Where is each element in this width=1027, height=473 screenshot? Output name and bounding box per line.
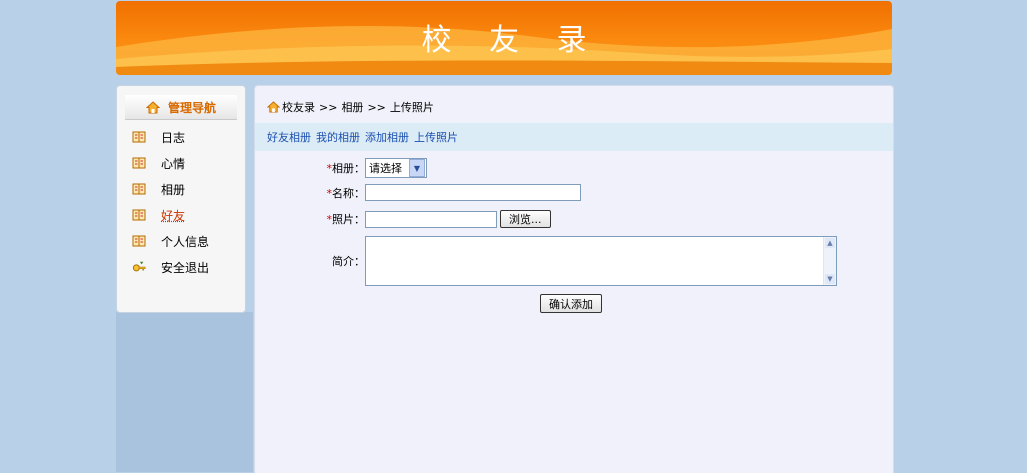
- breadcrumb-separator: >>: [367, 101, 385, 114]
- textarea-scrollbar[interactable]: ▲ ▼: [823, 237, 836, 285]
- link-my-albums[interactable]: 我的相册: [316, 129, 360, 145]
- intro-textarea[interactable]: ▲ ▼: [365, 236, 837, 286]
- sidebar-header: 管理导航: [125, 95, 237, 120]
- album-select[interactable]: 请选择 ▼: [365, 158, 427, 178]
- journal-icon: [132, 234, 146, 248]
- logout-key-icon: [132, 260, 146, 274]
- sidebar: 管理导航 日志 心情 相册 好友 个人信息 安全退出: [116, 85, 246, 313]
- sidebar-item-friends[interactable]: 好友: [117, 202, 245, 228]
- chevron-down-icon[interactable]: ▼: [409, 159, 425, 177]
- intro-label: 简介：: [275, 253, 365, 269]
- photo-row: *照片： 浏览...: [275, 210, 551, 228]
- album-row: *相册： 请选择 ▼: [275, 158, 427, 178]
- sidebar-item-journal[interactable]: 日志: [117, 124, 245, 150]
- link-upload-photo[interactable]: 上传照片: [414, 129, 458, 145]
- journal-icon: [132, 156, 146, 170]
- scroll-down-icon[interactable]: ▼: [825, 274, 835, 284]
- sidebar-item-mood[interactable]: 心情: [117, 150, 245, 176]
- journal-icon: [132, 208, 146, 222]
- name-row: *名称：: [275, 184, 581, 201]
- header-banner: 校 友 录: [116, 1, 892, 75]
- link-add-album[interactable]: 添加相册: [365, 129, 409, 145]
- home-icon: [267, 101, 280, 113]
- scroll-up-icon[interactable]: ▲: [825, 238, 835, 248]
- browse-button[interactable]: 浏览...: [500, 210, 551, 228]
- submit-button[interactable]: 确认添加: [540, 294, 602, 313]
- photo-path-input[interactable]: [365, 211, 497, 228]
- breadcrumb-separator: >>: [319, 101, 337, 114]
- main-panel: 校友录 >> 相册 >> 上传照片 好友相册 我的相册 添加相册 上传照片 *相…: [254, 85, 894, 473]
- journal-icon: [132, 130, 146, 144]
- name-input[interactable]: [365, 184, 581, 201]
- sidebar-title: 管理导航: [168, 99, 216, 116]
- sidebar-item-label: 安全退出: [161, 259, 209, 276]
- sidebar-item-label: 个人信息: [161, 233, 209, 250]
- photo-label: *照片：: [275, 211, 365, 227]
- album-select-value: 请选择: [369, 160, 402, 176]
- link-friends-albums[interactable]: 好友相册: [267, 129, 311, 145]
- intro-row: 简介： ▲ ▼: [275, 236, 837, 286]
- sidebar-item-label: 日志: [161, 129, 185, 146]
- album-label: *相册：: [275, 160, 365, 176]
- sidebar-item-label: 相册: [161, 181, 185, 198]
- breadcrumb-album[interactable]: 相册: [341, 99, 363, 115]
- name-label: *名称：: [275, 185, 365, 201]
- sidebar-nav: 日志 心情 相册 好友 个人信息 安全退出: [117, 124, 245, 280]
- breadcrumb-current: 上传照片: [390, 99, 434, 115]
- album-subnav: 好友相册 我的相册 添加相册 上传照片: [255, 123, 893, 151]
- breadcrumb: 校友录 >> 相册 >> 上传照片: [267, 99, 438, 115]
- sidebar-item-label: 好友: [161, 207, 185, 224]
- sidebar-background: [116, 312, 253, 472]
- breadcrumb-root[interactable]: 校友录: [282, 99, 315, 115]
- sidebar-item-logout[interactable]: 安全退出: [117, 254, 245, 280]
- sidebar-item-label: 心情: [161, 155, 185, 172]
- home-icon: [146, 101, 160, 114]
- sidebar-item-profile[interactable]: 个人信息: [117, 228, 245, 254]
- sidebar-item-album[interactable]: 相册: [117, 176, 245, 202]
- site-title: 校 友 录: [116, 15, 892, 59]
- journal-icon: [132, 182, 146, 196]
